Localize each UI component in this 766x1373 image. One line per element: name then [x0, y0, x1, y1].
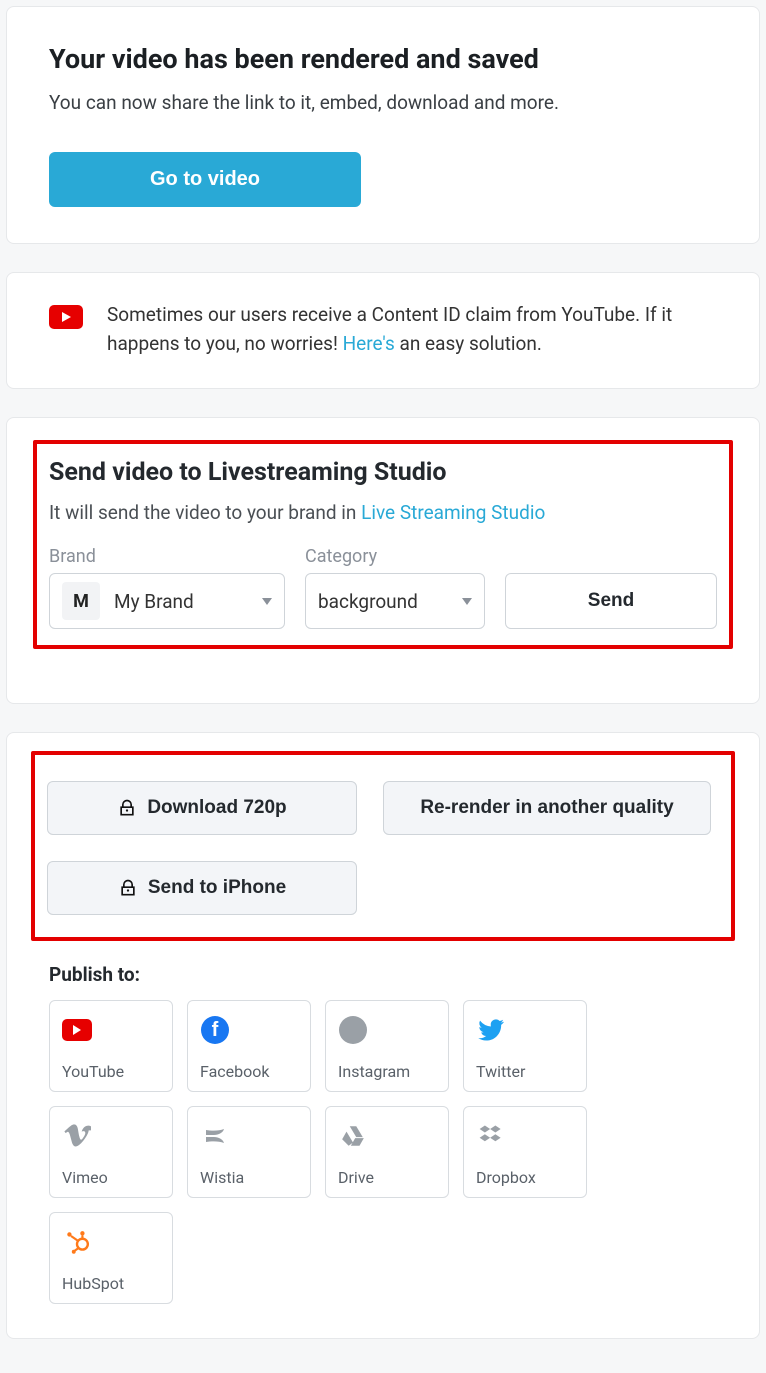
publish-wistia[interactable]: Wistia — [187, 1106, 311, 1198]
youtube-icon — [49, 305, 83, 329]
dropbox-icon — [476, 1121, 506, 1151]
tile-label: Twitter — [476, 1062, 574, 1081]
twitter-icon — [476, 1015, 506, 1045]
lock-icon — [118, 878, 138, 898]
tile-label: Wistia — [200, 1168, 298, 1187]
page-title: Your video has been rendered and saved — [49, 43, 717, 75]
vimeo-icon — [62, 1121, 92, 1151]
instagram-icon — [339, 1016, 367, 1044]
publish-grid: YouTube f Facebook Instagram Twitter Vim… — [49, 1000, 717, 1304]
youtube-icon — [62, 1019, 92, 1041]
category-label: Category — [305, 546, 485, 567]
send-to-iphone-button[interactable]: Send to iPhone — [47, 861, 357, 915]
category-select[interactable]: background — [305, 573, 485, 629]
tile-label: Drive — [338, 1168, 436, 1187]
category-value: background — [318, 590, 462, 613]
brand-field: Brand M My Brand — [49, 546, 285, 629]
tile-label: Vimeo — [62, 1168, 160, 1187]
publish-youtube[interactable]: YouTube — [49, 1000, 173, 1092]
tile-label: Instagram — [338, 1062, 436, 1081]
youtube-notice-card: Sometimes our users receive a Content ID… — [6, 272, 760, 389]
publish-facebook[interactable]: f Facebook — [187, 1000, 311, 1092]
drive-icon — [338, 1121, 368, 1151]
notice-text: Sometimes our users receive a Content ID… — [107, 301, 717, 358]
lock-icon — [117, 798, 137, 818]
brand-select[interactable]: M My Brand — [49, 573, 285, 629]
hubspot-icon — [62, 1227, 92, 1257]
livestream-title: Send video to Livestreaming Studio — [49, 458, 717, 487]
publish-vimeo[interactable]: Vimeo — [49, 1106, 173, 1198]
category-field: Category background — [305, 546, 485, 629]
publish-twitter[interactable]: Twitter — [463, 1000, 587, 1092]
publish-dropbox[interactable]: Dropbox — [463, 1106, 587, 1198]
facebook-icon: f — [201, 1016, 229, 1044]
brand-label: Brand — [49, 546, 285, 567]
publish-drive[interactable]: Drive — [325, 1106, 449, 1198]
tile-label: YouTube — [62, 1062, 160, 1081]
brand-value: My Brand — [114, 590, 262, 613]
download-button[interactable]: Download 720p — [47, 781, 357, 835]
chevron-down-icon — [262, 598, 272, 605]
render-complete-card: Your video has been rendered and saved Y… — [6, 6, 760, 244]
highlight-box-actions: Download 720p Re-render in another quali… — [31, 751, 735, 941]
livestream-card: Send video to Livestreaming Studio It wi… — [6, 417, 760, 704]
wistia-icon — [200, 1121, 230, 1151]
send-button[interactable]: Send — [505, 573, 717, 629]
chevron-down-icon — [462, 598, 472, 605]
rerender-button[interactable]: Re-render in another quality — [383, 781, 711, 835]
brand-badge: M — [62, 582, 100, 620]
live-streaming-studio-link[interactable]: Live Streaming Studio — [361, 501, 545, 524]
page-subtitle: You can now share the link to it, embed,… — [49, 91, 717, 114]
tile-label: HubSpot — [62, 1274, 160, 1293]
tile-label: Facebook — [200, 1062, 298, 1081]
actions-publish-card: Download 720p Re-render in another quali… — [6, 732, 760, 1339]
livestream-subtitle: It will send the video to your brand in … — [49, 501, 717, 524]
go-to-video-button[interactable]: Go to video — [49, 152, 361, 207]
highlight-box-livestream: Send video to Livestreaming Studio It wi… — [33, 440, 733, 649]
publish-label: Publish to: — [49, 963, 717, 986]
notice-link[interactable]: Here's — [343, 332, 395, 355]
tile-label: Dropbox — [476, 1168, 574, 1187]
publish-hubspot[interactable]: HubSpot — [49, 1212, 173, 1304]
publish-instagram[interactable]: Instagram — [325, 1000, 449, 1092]
